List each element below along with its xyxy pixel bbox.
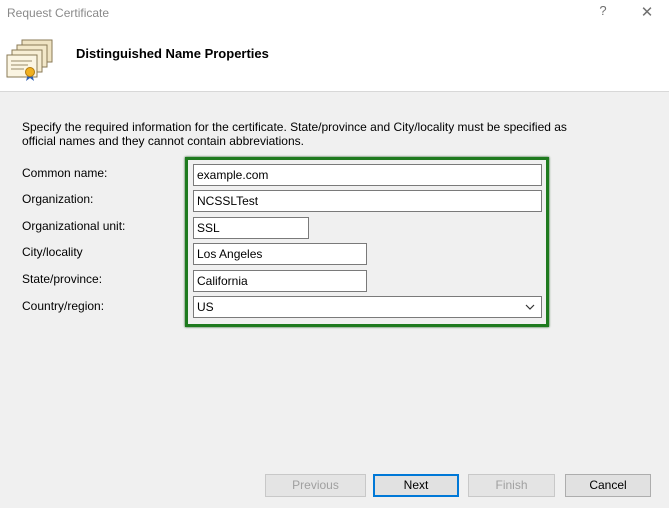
previous-button[interactable]: Previous <box>265 474 366 497</box>
next-button[interactable]: Next <box>373 474 459 497</box>
wizard-header: Distinguished Name Properties <box>0 26 669 92</box>
help-button[interactable]: ? <box>596 3 610 21</box>
city-locality-input[interactable] <box>193 243 367 265</box>
page-title: Distinguished Name Properties <box>76 46 269 61</box>
country-region-label: Country/region: <box>22 299 105 313</box>
country-region-select[interactable]: US <box>193 296 542 318</box>
finish-button[interactable]: Finish <box>468 474 555 497</box>
window-title: Request Certificate <box>7 6 110 20</box>
organizational-unit-input[interactable] <box>193 217 309 239</box>
cancel-button[interactable]: Cancel <box>565 474 651 497</box>
chevron-down-icon <box>525 304 535 310</box>
city-locality-label: City/locality <box>22 245 83 259</box>
state-province-input[interactable] <box>193 270 367 292</box>
organizational-unit-label: Organizational unit: <box>22 219 126 233</box>
state-province-label: State/province: <box>22 272 103 286</box>
common-name-label: Common name: <box>22 166 108 180</box>
title-bar: Request Certificate ? ✕ <box>0 0 669 26</box>
common-name-input[interactable] <box>193 164 542 186</box>
certificate-icon <box>6 39 53 81</box>
instructions-text: Specify the required information for the… <box>22 120 567 148</box>
close-button[interactable]: ✕ <box>638 3 656 21</box>
country-region-value: US <box>197 300 214 314</box>
organization-label: Organization: <box>22 192 94 206</box>
organization-input[interactable] <box>193 190 542 212</box>
